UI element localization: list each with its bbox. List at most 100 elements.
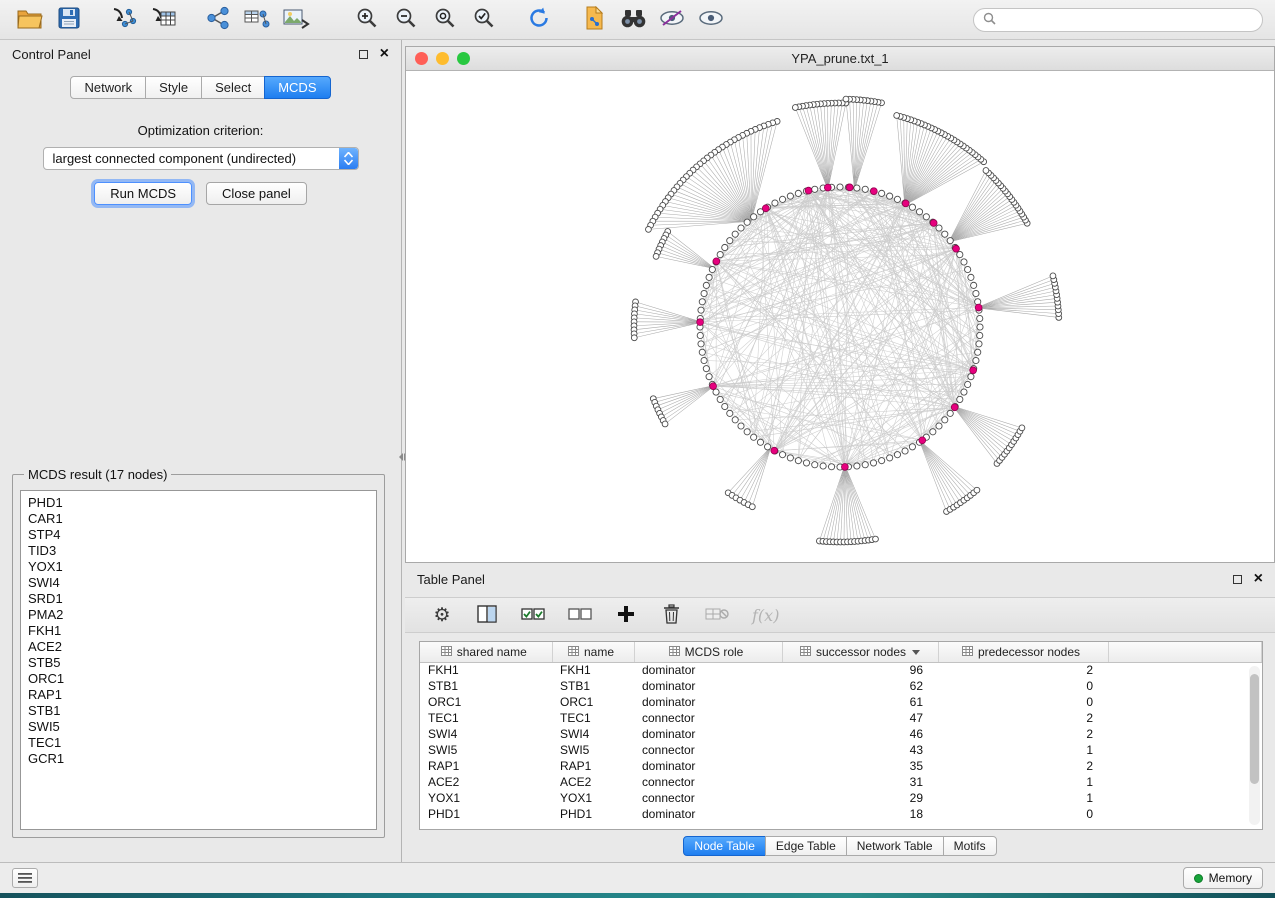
cell-successor-nodes[interactable]: 61: [782, 694, 938, 710]
cell-shared-name[interactable]: STB1: [420, 678, 552, 694]
cell-name[interactable]: STB1: [552, 678, 634, 694]
chevron-down-icon[interactable]: [912, 650, 920, 655]
network-from-table-button[interactable]: [239, 5, 275, 35]
cell-name[interactable]: SWI4: [552, 726, 634, 742]
export-image-button[interactable]: [278, 5, 314, 35]
mcds-result-item[interactable]: FKH1: [28, 623, 369, 639]
cell-shared-name[interactable]: ORC1: [420, 694, 552, 710]
mcds-result-item[interactable]: GCR1: [28, 751, 369, 767]
cell-mcds-role[interactable]: dominator: [634, 662, 782, 678]
zoom-selected-button[interactable]: [466, 5, 502, 35]
mcds-result-item[interactable]: STB5: [28, 655, 369, 671]
cell-predecessor-nodes[interactable]: 1: [938, 790, 1108, 806]
cell-successor-nodes[interactable]: 47: [782, 710, 938, 726]
open-file-button[interactable]: [12, 5, 48, 35]
cell-name[interactable]: ORC1: [552, 694, 634, 710]
save-session-button[interactable]: [51, 5, 87, 35]
hide-selected-button[interactable]: [654, 5, 690, 35]
cell-successor-nodes[interactable]: 62: [782, 678, 938, 694]
cell-filler[interactable]: [1108, 774, 1262, 790]
cell-successor-nodes[interactable]: 29: [782, 790, 938, 806]
mcds-result-item[interactable]: ACE2: [28, 639, 369, 655]
cell-shared-name[interactable]: TEC1: [420, 710, 552, 726]
run-mcds-button[interactable]: Run MCDS: [94, 182, 192, 205]
cell-filler[interactable]: [1108, 694, 1262, 710]
window-close-icon[interactable]: [415, 52, 428, 65]
cell-shared-name[interactable]: SWI5: [420, 742, 552, 758]
cell-successor-nodes[interactable]: 35: [782, 758, 938, 774]
delete-table-button[interactable]: [705, 603, 729, 627]
node-table-row[interactable]: YOX1YOX1connector291: [420, 790, 1262, 806]
node-table-row[interactable]: PHD1PHD1dominator180: [420, 806, 1262, 822]
mcds-result-item[interactable]: RAP1: [28, 687, 369, 703]
cell-filler[interactable]: [1108, 758, 1262, 774]
cell-predecessor-nodes[interactable]: 0: [938, 806, 1108, 822]
zoom-in-button[interactable]: [349, 5, 385, 35]
mcds-result-item[interactable]: TEC1: [28, 735, 369, 751]
float-table-panel-icon[interactable]: [1233, 575, 1242, 584]
cell-mcds-role[interactable]: dominator: [634, 806, 782, 822]
tab-network-table[interactable]: Network Table: [846, 836, 944, 856]
mcds-result-item[interactable]: PMA2: [28, 607, 369, 623]
cell-mcds-role[interactable]: connector: [634, 742, 782, 758]
cell-filler[interactable]: [1108, 678, 1262, 694]
network-graph[interactable]: [406, 71, 1272, 562]
float-panel-icon[interactable]: [359, 50, 368, 59]
cell-successor-nodes[interactable]: 46: [782, 726, 938, 742]
cell-filler[interactable]: [1108, 662, 1262, 678]
mcds-result-item[interactable]: STP4: [28, 527, 369, 543]
tab-style[interactable]: Style: [145, 76, 202, 99]
cell-predecessor-nodes[interactable]: 1: [938, 774, 1108, 790]
criterion-dropdown[interactable]: largest connected component (undirected): [43, 147, 359, 170]
first-neighbors-button[interactable]: [615, 5, 651, 35]
cell-filler[interactable]: [1108, 710, 1262, 726]
show-columns-button[interactable]: [476, 603, 498, 627]
tab-node-table[interactable]: Node Table: [683, 836, 766, 856]
tab-mcds[interactable]: MCDS: [264, 76, 330, 99]
mcds-result-item[interactable]: TID3: [28, 543, 369, 559]
node-table-row[interactable]: RAP1RAP1dominator352: [420, 758, 1262, 774]
deselect-all-button[interactable]: [568, 603, 592, 627]
search-input[interactable]: [1002, 13, 1253, 27]
cell-shared-name[interactable]: FKH1: [420, 662, 552, 678]
memory-button[interactable]: Memory: [1183, 867, 1263, 889]
mcds-result-item[interactable]: SWI5: [28, 719, 369, 735]
cell-successor-nodes[interactable]: 18: [782, 806, 938, 822]
column-header-shared-name[interactable]: shared name: [420, 642, 552, 662]
cell-successor-nodes[interactable]: 43: [782, 742, 938, 758]
column-header-successor-nodes[interactable]: successor nodes: [782, 642, 938, 662]
tab-edge-table[interactable]: Edge Table: [765, 836, 847, 856]
mcds-result-item[interactable]: PHD1: [28, 495, 369, 511]
cell-filler[interactable]: [1108, 726, 1262, 742]
mcds-result-item[interactable]: SWI4: [28, 575, 369, 591]
cell-mcds-role[interactable]: dominator: [634, 678, 782, 694]
table-scrollbar[interactable]: [1249, 666, 1260, 825]
mcds-result-item[interactable]: STB1: [28, 703, 369, 719]
add-column-button[interactable]: [615, 603, 637, 627]
node-table-row[interactable]: SWI4SWI4dominator462: [420, 726, 1262, 742]
export-network-button[interactable]: [576, 5, 612, 35]
import-table-button[interactable]: [145, 5, 181, 35]
cell-mcds-role[interactable]: dominator: [634, 758, 782, 774]
tab-select[interactable]: Select: [201, 76, 265, 99]
cell-mcds-role[interactable]: connector: [634, 790, 782, 806]
column-header-name[interactable]: name: [552, 642, 634, 662]
search-box[interactable]: [973, 8, 1263, 32]
node-table-row[interactable]: STB1STB1dominator620: [420, 678, 1262, 694]
cell-shared-name[interactable]: SWI4: [420, 726, 552, 742]
new-network-button[interactable]: [200, 5, 236, 35]
import-network-button[interactable]: [106, 5, 142, 35]
cell-shared-name[interactable]: PHD1: [420, 806, 552, 822]
cell-mcds-role[interactable]: dominator: [634, 726, 782, 742]
cell-filler[interactable]: [1108, 742, 1262, 758]
cell-predecessor-nodes[interactable]: 2: [938, 758, 1108, 774]
zoom-out-button[interactable]: [388, 5, 424, 35]
cell-successor-nodes[interactable]: 31: [782, 774, 938, 790]
close-panel-button[interactable]: Close panel: [206, 182, 307, 205]
show-all-button[interactable]: [693, 5, 729, 35]
tab-motifs[interactable]: Motifs: [943, 836, 997, 856]
node-table-row[interactable]: ACE2ACE2connector311: [420, 774, 1262, 790]
table-settings-button[interactable]: ⚙: [431, 603, 453, 627]
window-minimize-icon[interactable]: [436, 52, 449, 65]
cell-predecessor-nodes[interactable]: 2: [938, 662, 1108, 678]
